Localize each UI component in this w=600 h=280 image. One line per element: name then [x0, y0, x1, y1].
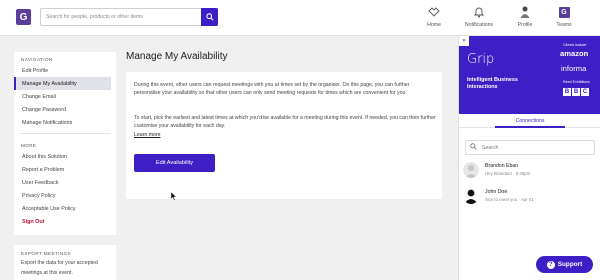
panel-tabs: Connections — [459, 114, 600, 128]
avatar — [463, 188, 479, 204]
connections-search-input[interactable]: Search — [465, 140, 595, 155]
nav-home[interactable]: Home — [414, 6, 454, 32]
learn-more-link[interactable]: Learn more — [134, 132, 161, 138]
connections-panel: » Grip Intelligent Business Interactions… — [458, 36, 600, 280]
availability-card: During this event, other users can reque… — [126, 72, 442, 199]
export-text-line1: Export the data for your accepted — [21, 260, 98, 266]
bbc-logo: BBC — [563, 88, 589, 96]
conversation-item[interactable]: John Doe nice to meet you · Apr 01 — [463, 188, 597, 204]
nav-profile[interactable]: Profile — [505, 6, 545, 32]
edit-availability-button[interactable]: Edit Availability — [134, 154, 215, 172]
sidebar-item-manage-availability[interactable]: Manage My Availability — [14, 77, 111, 90]
export-text-line2: meetings at this event. — [21, 270, 73, 276]
app-logo[interactable]: G — [16, 9, 31, 25]
search-button[interactable] — [201, 8, 218, 26]
grip-banner: » Grip Intelligent Business Interactions… — [459, 36, 600, 114]
mouse-cursor-icon — [171, 192, 177, 201]
clients-label: Clients include — [563, 43, 587, 47]
person-icon — [520, 6, 530, 18]
export-meetings-panel: EXPORT MEETINGS Export the data for your… — [14, 245, 116, 280]
amazon-logo: amazon — [560, 49, 589, 58]
export-heading: EXPORT MEETINGS — [21, 251, 71, 256]
avatar — [463, 162, 479, 178]
sidebar-item-edit-profile[interactable]: Edit Profile — [14, 64, 116, 77]
nav-notifications-label: Notifications — [464, 22, 494, 28]
handshake-icon — [428, 7, 440, 17]
more-heading: MORE — [21, 143, 37, 148]
sidebar-item-privacy-policy[interactable]: Privacy Policy — [14, 189, 116, 202]
bell-icon — [474, 7, 484, 18]
instructions-paragraph: To start, pick the earliest and latest t… — [134, 115, 436, 129]
person-icon — [465, 164, 477, 178]
conversation-preview: nice to meet you · Apr 01 — [485, 197, 534, 202]
grip-logo-icon: G — [558, 6, 570, 18]
support-label: Support — [557, 261, 583, 268]
search-icon — [470, 143, 477, 150]
sidebar-item-report-problem[interactable]: Report a Problem — [14, 163, 116, 176]
nav-home-label: Home — [427, 22, 441, 28]
help-icon: ? — [546, 260, 555, 269]
navigation-heading: NAVIGATION — [21, 57, 53, 62]
nav-notifications[interactable]: Notifications — [459, 6, 499, 32]
sidebar-item-change-email[interactable]: Change Email — [14, 90, 116, 103]
page-title: Manage My Availability — [126, 51, 228, 62]
conversation-item[interactable]: Brandon Eban Hey Brandon! · 6:36pm — [463, 162, 597, 178]
tab-active-indicator — [495, 126, 565, 128]
informa-logo: informa — [561, 64, 587, 73]
person-silhouette-icon — [464, 189, 478, 204]
nav-teams-label: Teams — [556, 22, 572, 28]
nav-teams[interactable]: G Teams — [544, 6, 584, 32]
sidebar-divider — [19, 133, 111, 134]
search-icon — [205, 13, 214, 21]
conversation-name: Brandon Eban — [485, 163, 519, 169]
sidebar-item-manage-notifications[interactable]: Manage Notifications — [14, 116, 116, 129]
sidebar-item-about[interactable]: About this Solution — [14, 150, 116, 163]
conversation-preview: Hey Brandon! · 6:36pm — [485, 171, 531, 176]
support-button[interactable]: ? Support — [536, 256, 593, 273]
sign-out-link[interactable]: Sign Out — [14, 215, 116, 228]
conversation-name: John Doe — [485, 189, 508, 195]
sidebar-item-user-feedback[interactable]: User Feedback — [14, 176, 116, 189]
nav-profile-label: Profile — [517, 22, 533, 28]
double-chevron-icon: » — [462, 38, 466, 44]
sidebar-item-acceptable-use[interactable]: Acceptable Use Policy — [14, 202, 116, 215]
top-bar: G Search for people, products or other i… — [0, 0, 600, 36]
collapse-panel-button[interactable]: » — [459, 36, 469, 46]
reed-exhibitions-logo: Reed Exhibitions — [563, 80, 590, 84]
settings-sidebar: NAVIGATION Edit Profile Manage My Availa… — [14, 52, 116, 235]
grip-tagline: Intelligent Business Interactions — [467, 77, 518, 90]
search-input[interactable]: Search for people, products or other ite… — [40, 8, 218, 26]
sidebar-item-change-password[interactable]: Change Password — [14, 103, 116, 116]
grip-brand: Grip — [467, 52, 495, 67]
intro-paragraph: During this event, other users can reque… — [134, 82, 410, 96]
